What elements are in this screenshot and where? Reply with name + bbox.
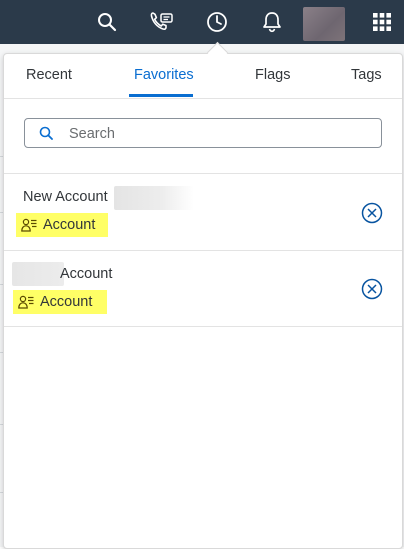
top-navigation-bar	[0, 0, 404, 44]
redacted-text	[114, 186, 194, 210]
redacted-text	[12, 262, 64, 286]
user-avatar[interactable]	[303, 7, 345, 41]
search-icon	[39, 126, 53, 140]
phone-chat-icon[interactable]	[148, 8, 176, 36]
type-badge: Account	[13, 290, 107, 314]
type-badge-label: Account	[43, 217, 96, 233]
favorite-item-title[interactable]: New Account	[23, 189, 108, 205]
remove-favorite-icon[interactable]	[361, 278, 383, 300]
tab-bar: Recent Favorites Flags Tags	[4, 54, 402, 99]
account-icon	[18, 295, 34, 309]
remove-favorite-icon[interactable]	[361, 202, 383, 224]
type-badge-label: Account	[40, 294, 93, 310]
favorite-item-title[interactable]: Account	[60, 266, 112, 282]
search-icon[interactable]	[93, 8, 121, 36]
divider	[4, 326, 402, 327]
bell-icon[interactable]	[258, 8, 286, 36]
search-input[interactable]	[67, 119, 371, 149]
favorites-popover: Recent Favorites Flags Tags New Account …	[3, 53, 403, 549]
active-tab-indicator	[129, 94, 193, 97]
clock-icon[interactable]	[203, 8, 231, 36]
favorite-item[interactable]: New Account Account	[4, 174, 402, 250]
tab-flags[interactable]: Flags	[255, 54, 290, 98]
type-badge: Account	[16, 213, 108, 237]
favorite-item[interactable]: Account Account	[4, 251, 402, 327]
tab-tags[interactable]: Tags	[351, 54, 382, 98]
tab-recent[interactable]: Recent	[26, 54, 72, 98]
search-field[interactable]	[24, 118, 382, 149]
tab-favorites[interactable]: Favorites	[134, 54, 194, 98]
account-icon	[21, 218, 37, 232]
grid-icon[interactable]	[368, 8, 396, 36]
